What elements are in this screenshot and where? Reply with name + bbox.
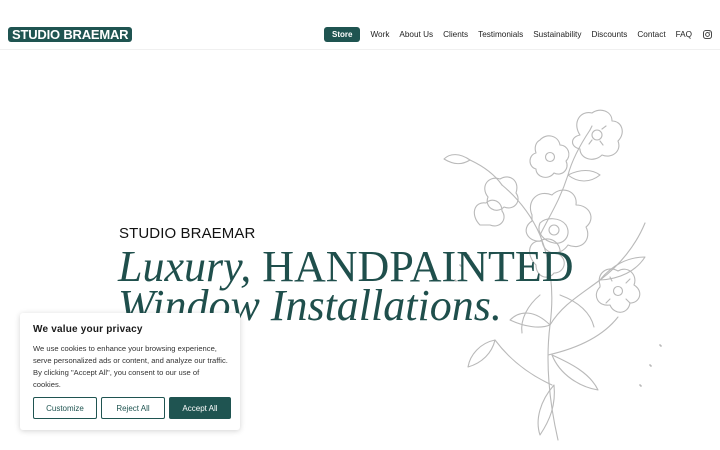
accept-all-button[interactable]: Accept All bbox=[169, 397, 231, 419]
site-header: STUDIO BRAEMAR Store Work About Us Clien… bbox=[0, 0, 720, 50]
nav-faq[interactable]: FAQ bbox=[676, 30, 692, 39]
customize-button[interactable]: Customize bbox=[33, 397, 97, 419]
nav-discounts[interactable]: Discounts bbox=[591, 30, 627, 39]
nav-sustainability[interactable]: Sustainability bbox=[533, 30, 581, 39]
nav-clients[interactable]: Clients bbox=[443, 30, 468, 39]
cookie-consent-banner: We value your privacy We use cookies to … bbox=[20, 313, 240, 430]
store-button[interactable]: Store bbox=[324, 26, 361, 42]
hero-brand: STUDIO BRAEMAR bbox=[119, 225, 256, 242]
cookie-text: We use cookies to enhance your browsing … bbox=[33, 344, 228, 389]
nav-contact[interactable]: Contact bbox=[637, 30, 665, 39]
reject-all-button[interactable]: Reject All bbox=[101, 397, 165, 419]
site-logo[interactable]: STUDIO BRAEMAR bbox=[8, 27, 133, 42]
cookie-title: We value your privacy bbox=[33, 324, 143, 335]
instagram-icon[interactable] bbox=[702, 29, 712, 39]
nav-about-us[interactable]: About Us bbox=[399, 30, 433, 39]
main-nav: Store Work About Us Clients Testimonials… bbox=[324, 26, 712, 42]
nav-work[interactable]: Work bbox=[370, 30, 389, 39]
nav-testimonials[interactable]: Testimonials bbox=[478, 30, 523, 39]
cookie-buttons: Customize Reject All Accept All bbox=[33, 397, 231, 419]
